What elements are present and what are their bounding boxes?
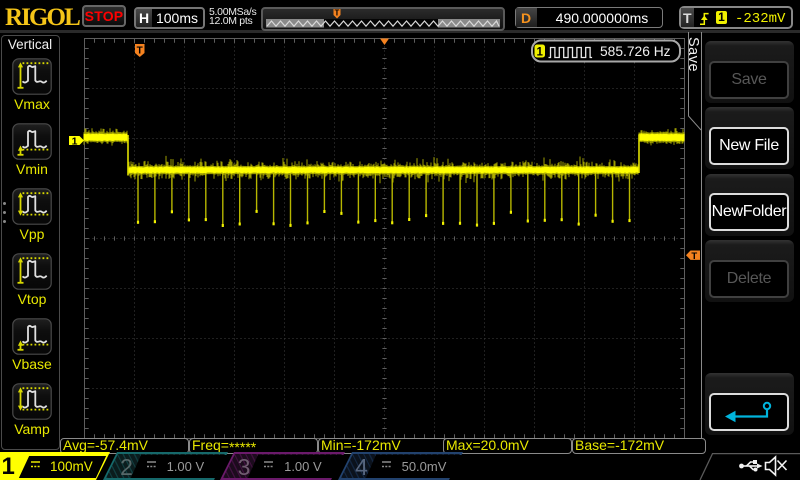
svg-text:1: 1: [536, 46, 543, 58]
svg-text:T: T: [691, 251, 697, 262]
svg-text:1: 1: [72, 135, 78, 147]
svg-text:T: T: [137, 46, 143, 57]
svg-text:585.726 Hz: 585.726 Hz: [600, 44, 671, 59]
